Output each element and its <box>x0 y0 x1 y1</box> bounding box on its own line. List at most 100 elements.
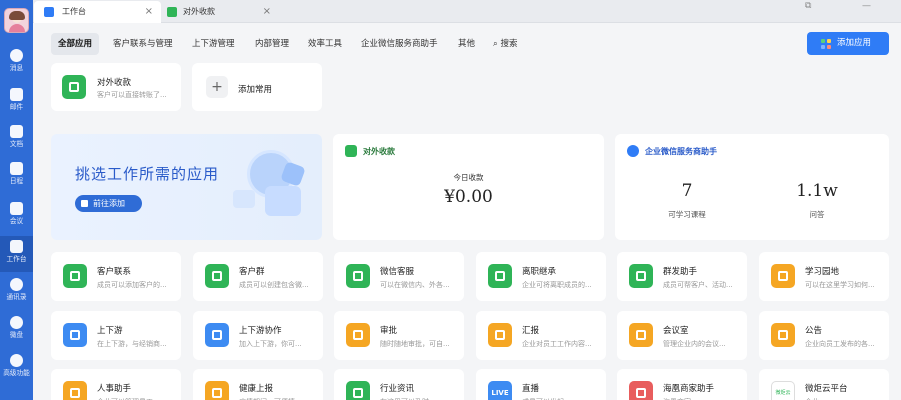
app-desc: 企业可将离职成员的... <box>522 281 592 289</box>
tab-all-apps[interactable]: 全部应用 <box>51 33 100 55</box>
app-title: 审批 <box>380 326 398 336</box>
app-card[interactable]: 离职继承 企业可将离职成员的... <box>476 252 606 301</box>
provider-assistant-card[interactable]: 企业微信服务商助手 7 可学习课程 1.1w 问答 <box>615 134 889 240</box>
sidebar-item-mail[interactable]: 邮件 <box>0 84 33 120</box>
calendar-icon <box>10 162 23 175</box>
app-icon <box>771 323 795 347</box>
apps-grid-icon <box>821 39 831 49</box>
app-desc: 加入上下游，你可... <box>239 340 302 348</box>
app-icon <box>205 264 229 288</box>
app-title: 上下游 <box>97 326 123 336</box>
app-card[interactable]: 审批随时随地审批，可自... <box>334 311 464 360</box>
sidebar-item-meeting[interactable]: 会议 <box>0 198 33 234</box>
tab-provider[interactable]: 企业微信服务商助手 <box>361 33 438 55</box>
favorite-app-card[interactable]: 对外收款 客户可以直接转账了... <box>51 63 181 111</box>
tab-supply-chain[interactable]: 上下游管理 <box>192 33 235 55</box>
avatar[interactable] <box>4 8 29 33</box>
live-badge: LIVE <box>491 389 509 397</box>
search-button[interactable]: ⌕ 搜索 <box>493 33 517 55</box>
tab-bar: 工作台 × 对外收款 × ⧉ — <box>33 0 901 23</box>
payment-icon <box>345 145 357 157</box>
minimize-icon[interactable]: — <box>862 0 871 12</box>
app-desc: 成员可以添加客户的... <box>97 281 167 289</box>
app-title: 汇报 <box>522 326 540 336</box>
app-card[interactable]: 人事助手企业可以管理员工... <box>51 369 181 400</box>
app-card[interactable]: 客户联系成员可以添加客户的... <box>51 252 181 301</box>
sidebar-item-advanced[interactable]: 高级功能 <box>0 350 33 386</box>
tab-payment[interactable]: 对外收款 × <box>161 1 279 23</box>
app-icon <box>205 381 229 400</box>
app-desc: 可以在微信内、外各... <box>380 281 450 289</box>
app-icon <box>63 381 87 400</box>
close-icon[interactable]: × <box>263 1 271 23</box>
app-title: 群发助手 <box>663 267 698 277</box>
popout-icon[interactable]: ⧉ <box>805 0 811 12</box>
app-icon <box>63 323 87 347</box>
decor-tile <box>233 190 255 208</box>
payment-summary-card[interactable]: 对外收款 今日收款 ¥0.00 <box>333 134 604 240</box>
sidebar-item-workbench[interactable]: 工作台 <box>0 236 33 272</box>
app-title: 行业资讯 <box>380 384 415 394</box>
go-add-button[interactable]: 前往添加 <box>75 195 142 212</box>
app-card[interactable]: 行业资讯在这里可以及时... <box>334 369 464 400</box>
app-title: 客户群 <box>239 267 265 277</box>
sidebar-item-contacts[interactable]: 通讯录 <box>0 274 33 310</box>
decor-tile <box>265 186 301 216</box>
plus-icon: + <box>206 76 228 98</box>
app-card[interactable]: 微信客服 可以在微信内、外各... <box>334 252 464 301</box>
left-sidebar: 消息 邮件 文档 日程 会议 工作台 通讯录 微盘 高级功能 <box>0 0 33 400</box>
app-title: 海凰商家助手 <box>663 384 715 394</box>
contacts-icon <box>10 278 23 291</box>
sidebar-item-calendar[interactable]: 日程 <box>0 158 33 194</box>
app-title: 客户联系 <box>97 267 132 277</box>
tab-internal[interactable]: 内部管理 <box>255 33 289 55</box>
sidebar-item-docs[interactable]: 文档 <box>0 121 33 157</box>
mail-icon <box>10 88 23 101</box>
app-card[interactable]: 海凰商家助手海凰商家... <box>617 369 747 400</box>
app-icon <box>346 323 370 347</box>
promo-banner: 挑选工作所需的应用 前往添加 <box>51 134 322 240</box>
app-card[interactable]: 公告 企业向员工发布的各... <box>759 311 889 360</box>
app-card[interactable]: 群发助手成员可帮客户、活动... <box>617 252 747 301</box>
chat-bubble-icon <box>627 145 639 157</box>
shield-icon <box>62 75 86 99</box>
app-card[interactable]: 健康上报疫情期间，可便捷... <box>193 369 323 400</box>
chat-icon <box>10 49 23 62</box>
drive-icon <box>10 316 23 329</box>
app-desc: 成员可帮客户、活动... <box>663 281 733 289</box>
app-title: 人事助手 <box>97 384 132 394</box>
app-icon: LIVE <box>488 381 512 400</box>
app-icon <box>346 264 370 288</box>
sidebar-item-messages[interactable]: 消息 <box>0 45 33 81</box>
add-app-button[interactable]: 添加应用 <box>807 32 889 55</box>
app-card[interactable]: 会议室管理企业内的会议... <box>617 311 747 360</box>
app-desc: 企业向员工发布的各... <box>805 340 875 348</box>
grid-icon <box>10 240 23 253</box>
app-card[interactable]: LIVE直播成员可以发起... <box>476 369 606 400</box>
advanced-icon <box>10 354 23 367</box>
tab-other[interactable]: 其他 <box>458 33 475 55</box>
app-card[interactable]: 微炬云微炬云平台企业... <box>759 369 889 400</box>
app-desc: 可以在这里学习如何... <box>805 281 875 289</box>
app-desc: 管理企业内的会议... <box>663 340 726 348</box>
app-card[interactable]: 学习园地 可以在这里学习如何... <box>759 252 889 301</box>
tab-efficiency[interactable]: 效率工具 <box>308 33 342 55</box>
app-icon <box>629 264 653 288</box>
app-card[interactable]: 客户群 成员可以创建包含微... <box>193 252 323 301</box>
app-title: 会议室 <box>663 326 689 336</box>
payment-icon <box>167 7 177 17</box>
tab-workbench[interactable]: 工作台 × <box>34 1 161 23</box>
app-card[interactable]: 汇报 企业对员工工作内容... <box>476 311 606 360</box>
app-title: 直播 <box>522 384 540 394</box>
app-card[interactable]: 上下游在上下游，与经销商... <box>51 311 181 360</box>
app-desc: 随时随地审批，可自... <box>380 340 450 348</box>
tab-customer[interactable]: 客户联系与管理 <box>113 33 173 55</box>
app-title: 健康上报 <box>239 384 274 394</box>
app-desc: 在上下游，与经销商... <box>97 340 167 348</box>
brand-logo: 微炬云 <box>775 390 791 396</box>
app-card[interactable]: 上下游协作 加入上下游，你可... <box>193 311 323 360</box>
app-icon <box>63 264 87 288</box>
sidebar-item-drive[interactable]: 微盘 <box>0 312 33 348</box>
app-icon <box>488 323 512 347</box>
close-icon[interactable]: × <box>145 1 153 23</box>
